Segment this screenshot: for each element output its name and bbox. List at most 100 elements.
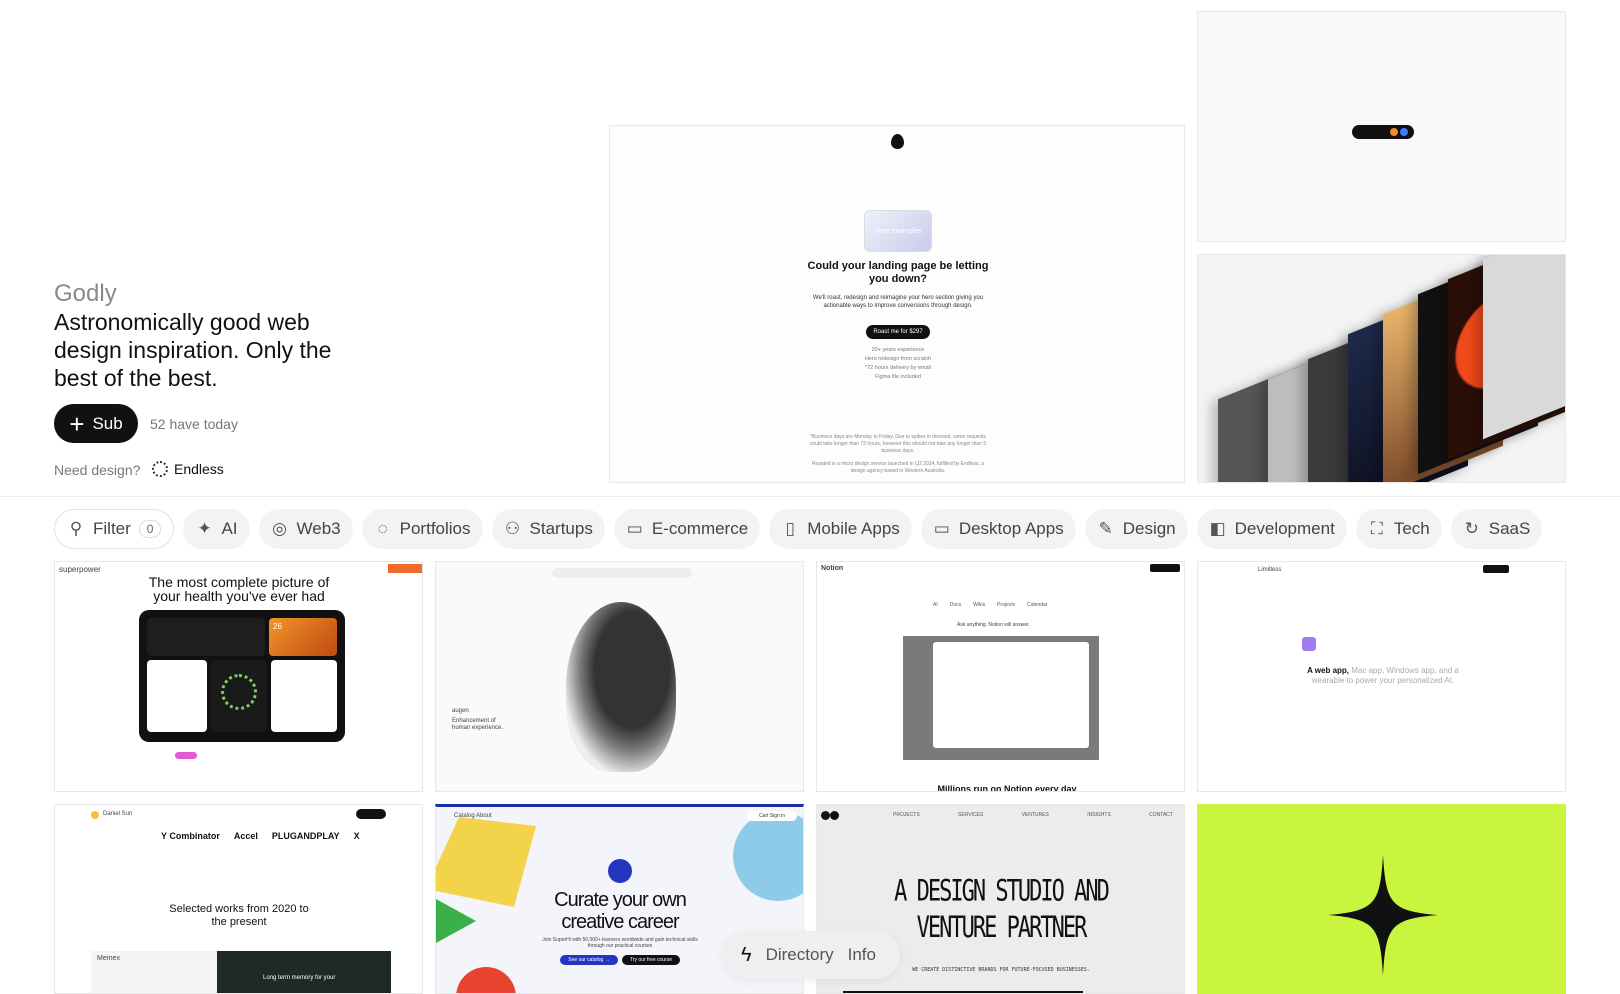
- chip-startups[interactable]: ⚇ Startups: [491, 509, 605, 549]
- filter-count-badge: 0: [138, 520, 162, 538]
- cta-button: [356, 809, 386, 819]
- site-headline: Curate your own creative career: [554, 889, 687, 933]
- chip-tech[interactable]: ⛶ Tech: [1355, 509, 1442, 549]
- chip-portfolios[interactable]: ◌ Portfolios: [361, 509, 483, 549]
- chip-development[interactable]: ◧ Development: [1196, 509, 1347, 549]
- need-design-label: Need design?: [54, 462, 141, 478]
- lightning-icon[interactable]: ϟ: [741, 944, 752, 967]
- chip-label: Tech: [1393, 519, 1430, 538]
- featured-site-card[interactable]: View examples Could your landing page be…: [609, 125, 1185, 483]
- footnote-text: *Business days are Monday to Friday. Due…: [809, 434, 987, 454]
- blue-circle: [733, 811, 803, 901]
- planet-icon: ◎: [272, 519, 287, 538]
- brand-name: Godly: [54, 280, 117, 307]
- chip-ecommerce[interactable]: ▭ E-commerce: [613, 509, 761, 549]
- headline-bold: A web app,: [1307, 666, 1350, 675]
- nav-link: CONTACT: [1149, 812, 1173, 818]
- endless-logo-icon: [152, 461, 168, 477]
- avatar: [91, 811, 99, 819]
- preview-card-label: View examples: [874, 227, 922, 235]
- preview-card: View examples: [864, 210, 932, 252]
- nav-bar: [552, 568, 692, 578]
- endless-link[interactable]: Endless: [152, 461, 224, 477]
- client-logos: Y Combinator Accel PLUGANDPLAY X: [161, 831, 360, 841]
- chip-ai[interactable]: ✦ AI: [183, 509, 250, 549]
- cta-button: [1150, 564, 1180, 572]
- feature-headline: Could your landing page be letting you d…: [807, 260, 989, 285]
- client-logo: Y Combinator: [161, 831, 220, 841]
- site-logo: Limitless: [1258, 567, 1282, 573]
- nav-link: INSIGHTS: [1087, 812, 1111, 818]
- site-card-augen[interactable]: augen Enhancement of human experience.: [435, 561, 804, 792]
- info-link[interactable]: Info: [848, 945, 876, 965]
- tagline: Astronomically good web design inspirati…: [54, 309, 332, 391]
- site-headline: A DESIGN STUDIO AND VENTURE PARTNER: [894, 874, 1110, 946]
- chip-label: Desktop Apps: [958, 519, 1064, 538]
- subscribe-button[interactable]: + Sub: [54, 404, 138, 443]
- cta-button: [1483, 565, 1509, 573]
- chip-saas[interactable]: ↻ SaaS: [1450, 509, 1543, 549]
- feature-point: *72 hours delivery by email: [864, 365, 932, 371]
- chip-desktop-apps[interactable]: ▭ Desktop Apps: [920, 509, 1076, 549]
- chip-label: Web3: [296, 519, 341, 538]
- site-card-pill[interactable]: [1197, 11, 1566, 242]
- roast-button[interactable]: Roast me for $297: [866, 325, 930, 339]
- tab-label: Wikis: [973, 602, 986, 608]
- site-headline: A web app, Mac app, Windows app, and a w…: [1294, 666, 1472, 686]
- chip-web3[interactable]: ◎ Web3: [258, 509, 353, 549]
- feature-point: Hero redesign from scratch: [864, 356, 932, 362]
- plus-icon: +: [69, 408, 85, 439]
- directory-link[interactable]: Directory: [766, 945, 834, 965]
- client-logo: PLUGANDPLAY: [271, 831, 340, 841]
- project-preview: Long term memory for your: [217, 951, 391, 993]
- credit-card-icon: ▭: [626, 519, 643, 538]
- chip-label: SaaS: [1488, 519, 1531, 538]
- site-card-gallery-stack[interactable]: [1197, 254, 1566, 483]
- tab-label: Calendar: [1027, 602, 1048, 608]
- filter-label: Filter: [93, 519, 131, 538]
- prompt-text: Ask anything. Notion will answer.: [957, 622, 1030, 628]
- divider: [0, 496, 1620, 497]
- chip-label: Design: [1122, 519, 1176, 538]
- logo-dot: [830, 811, 839, 820]
- site-card-notion[interactable]: Notion AI Docs Wikis Projects Calendar A…: [816, 561, 1185, 792]
- today-count: 52 have today: [150, 416, 238, 432]
- free-course-button: Try our free course: [622, 955, 680, 965]
- feature-point: Figma file included: [875, 374, 921, 380]
- nav-link: SERVICES: [958, 812, 984, 818]
- yellow-shape: [436, 817, 536, 907]
- client-logo: Accel: [233, 831, 258, 841]
- chip-icon: ⛶: [1370, 519, 1383, 538]
- studio-nav: PROJECTS SERVICES VENTURES INSIGHTS CONT…: [893, 812, 1173, 818]
- smile-logo-icon: [608, 859, 632, 883]
- chip-label: Mobile Apps: [807, 519, 900, 538]
- chip-mobile-apps[interactable]: ▯ Mobile Apps: [769, 509, 912, 549]
- chip-design[interactable]: ✎ Design: [1084, 509, 1188, 549]
- feature-body: We'll roast, redesign and reimagine your…: [812, 295, 984, 309]
- site-headline: Selected works from 2020 to the present: [169, 903, 309, 928]
- site-footer-headline: Millions run on Notion every day: [937, 784, 1077, 792]
- refresh-icon: ↻: [1464, 519, 1479, 538]
- site-card-daniel-sun[interactable]: Daniel Sun Y Combinator Accel PLUGANDPLA…: [54, 804, 423, 994]
- site-body: WE CREATE DISTINCTIVE BRANDS FOR FUTURE-…: [912, 967, 1090, 973]
- site-name: Daniel Sun: [103, 811, 133, 817]
- pen-icon: ✎: [1098, 519, 1113, 538]
- cart-signin: Cart Sign in: [747, 811, 797, 821]
- site-logo: superpower: [59, 565, 101, 574]
- nav-link: PROJECTS: [893, 812, 920, 818]
- site-card-limitless[interactable]: Limitless A web app, Mac app, Windows ap…: [1197, 561, 1566, 792]
- credit-text: Roasted is a micro design service launch…: [811, 461, 985, 474]
- filter-button[interactable]: ⚲ Filter 0: [54, 509, 175, 549]
- leaf-icon: ◌: [377, 519, 388, 538]
- phone-icon: ▯: [785, 519, 795, 538]
- sparkle-icon: ✦: [197, 519, 212, 538]
- chip-label: AI: [221, 519, 238, 538]
- category-chips: ⚲ Filter 0 ✦ AI ◎ Web3 ◌ Portfolios ⚇ Startu…: [54, 509, 1543, 549]
- shapes-icon: ⚇: [504, 519, 521, 538]
- catalog-button: See our catalog →: [560, 955, 618, 965]
- tab-label: AI: [933, 602, 938, 608]
- site-card-superpower[interactable]: superpower The most complete picture of …: [54, 561, 423, 792]
- star-icon: [1328, 855, 1438, 975]
- site-card-lime-star[interactable]: [1197, 804, 1566, 994]
- client-logo: X: [353, 831, 360, 841]
